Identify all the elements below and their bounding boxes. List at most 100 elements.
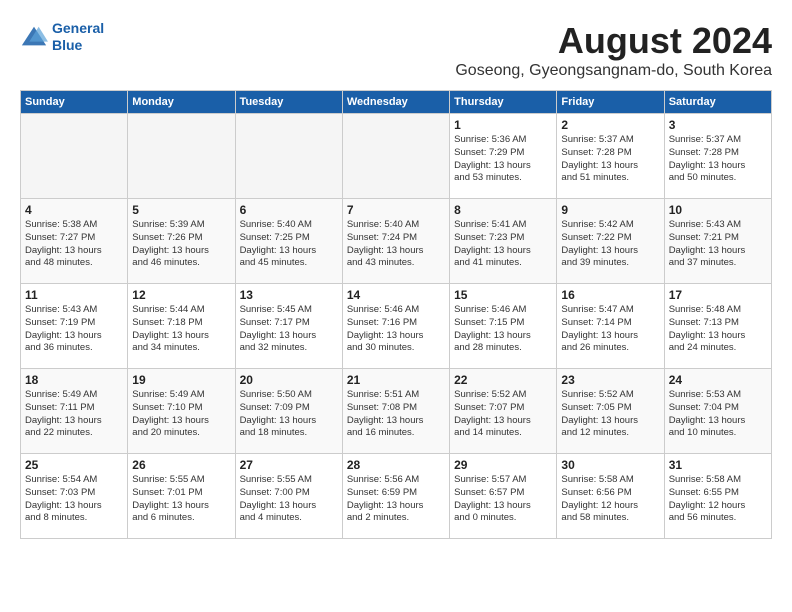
cell-content: Sunset: 7:03 PM bbox=[25, 487, 123, 500]
cell-content: and 32 minutes. bbox=[240, 342, 338, 355]
weekday-header-thursday: Thursday bbox=[450, 91, 557, 114]
weekday-header-wednesday: Wednesday bbox=[342, 91, 449, 114]
cell-content: Sunset: 7:28 PM bbox=[561, 147, 659, 160]
weekday-header-row: SundayMondayTuesdayWednesdayThursdayFrid… bbox=[21, 91, 772, 114]
day-number: 24 bbox=[669, 373, 767, 387]
cell-content: Sunset: 7:13 PM bbox=[669, 317, 767, 330]
cell-content: Sunrise: 5:46 AM bbox=[347, 304, 445, 317]
weekday-header-sunday: Sunday bbox=[21, 91, 128, 114]
calendar-cell: 22Sunrise: 5:52 AMSunset: 7:07 PMDayligh… bbox=[450, 369, 557, 454]
cell-content: Daylight: 12 hours bbox=[561, 500, 659, 513]
calendar-cell bbox=[21, 114, 128, 199]
cell-content: Daylight: 13 hours bbox=[240, 500, 338, 513]
cell-content: Sunrise: 5:37 AM bbox=[561, 134, 659, 147]
calendar-cell bbox=[128, 114, 235, 199]
cell-content: Daylight: 13 hours bbox=[454, 160, 552, 173]
cell-content: Daylight: 13 hours bbox=[347, 245, 445, 258]
day-number: 15 bbox=[454, 288, 552, 302]
cell-content: and 14 minutes. bbox=[454, 427, 552, 440]
day-number: 7 bbox=[347, 203, 445, 217]
logo: General Blue bbox=[20, 20, 104, 54]
day-number: 12 bbox=[132, 288, 230, 302]
cell-content: Sunset: 7:23 PM bbox=[454, 232, 552, 245]
cell-content: and 50 minutes. bbox=[669, 172, 767, 185]
cell-content: and 43 minutes. bbox=[347, 257, 445, 270]
cell-content: Sunset: 6:59 PM bbox=[347, 487, 445, 500]
calendar-cell: 11Sunrise: 5:43 AMSunset: 7:19 PMDayligh… bbox=[21, 284, 128, 369]
cell-content: Sunrise: 5:42 AM bbox=[561, 219, 659, 232]
calendar-cell: 19Sunrise: 5:49 AMSunset: 7:10 PMDayligh… bbox=[128, 369, 235, 454]
day-number: 4 bbox=[25, 203, 123, 217]
calendar-cell: 2Sunrise: 5:37 AMSunset: 7:28 PMDaylight… bbox=[557, 114, 664, 199]
calendar-cell: 20Sunrise: 5:50 AMSunset: 7:09 PMDayligh… bbox=[235, 369, 342, 454]
cell-content: Sunset: 7:15 PM bbox=[454, 317, 552, 330]
calendar-cell: 16Sunrise: 5:47 AMSunset: 7:14 PMDayligh… bbox=[557, 284, 664, 369]
cell-content: Sunrise: 5:44 AM bbox=[132, 304, 230, 317]
calendar-cell: 3Sunrise: 5:37 AMSunset: 7:28 PMDaylight… bbox=[664, 114, 771, 199]
cell-content: Sunset: 7:11 PM bbox=[25, 402, 123, 415]
calendar-cell: 1Sunrise: 5:36 AMSunset: 7:29 PMDaylight… bbox=[450, 114, 557, 199]
month-year-title: August 2024 bbox=[455, 20, 772, 62]
cell-content: and 8 minutes. bbox=[25, 512, 123, 525]
cell-content: Sunset: 7:24 PM bbox=[347, 232, 445, 245]
calendar-cell: 8Sunrise: 5:41 AMSunset: 7:23 PMDaylight… bbox=[450, 199, 557, 284]
calendar-week-row: 18Sunrise: 5:49 AMSunset: 7:11 PMDayligh… bbox=[21, 369, 772, 454]
calendar-week-row: 4Sunrise: 5:38 AMSunset: 7:27 PMDaylight… bbox=[21, 199, 772, 284]
cell-content: and 10 minutes. bbox=[669, 427, 767, 440]
calendar-cell: 28Sunrise: 5:56 AMSunset: 6:59 PMDayligh… bbox=[342, 454, 449, 539]
cell-content: and 22 minutes. bbox=[25, 427, 123, 440]
cell-content: Daylight: 12 hours bbox=[669, 500, 767, 513]
location-subtitle: Goseong, Gyeongsangnam-do, South Korea bbox=[455, 62, 772, 80]
cell-content: and 56 minutes. bbox=[669, 512, 767, 525]
cell-content: Sunrise: 5:58 AM bbox=[561, 474, 659, 487]
calendar-cell: 31Sunrise: 5:58 AMSunset: 6:55 PMDayligh… bbox=[664, 454, 771, 539]
calendar-cell: 30Sunrise: 5:58 AMSunset: 6:56 PMDayligh… bbox=[557, 454, 664, 539]
day-number: 27 bbox=[240, 458, 338, 472]
cell-content: Daylight: 13 hours bbox=[561, 330, 659, 343]
cell-content: Daylight: 13 hours bbox=[561, 160, 659, 173]
day-number: 10 bbox=[669, 203, 767, 217]
cell-content: Sunset: 7:18 PM bbox=[132, 317, 230, 330]
cell-content: Sunset: 7:14 PM bbox=[561, 317, 659, 330]
calendar-cell: 24Sunrise: 5:53 AMSunset: 7:04 PMDayligh… bbox=[664, 369, 771, 454]
cell-content: Daylight: 13 hours bbox=[347, 500, 445, 513]
cell-content: Daylight: 13 hours bbox=[454, 415, 552, 428]
cell-content: Sunrise: 5:45 AM bbox=[240, 304, 338, 317]
cell-content: Sunrise: 5:47 AM bbox=[561, 304, 659, 317]
cell-content: Sunrise: 5:58 AM bbox=[669, 474, 767, 487]
cell-content: Sunrise: 5:52 AM bbox=[454, 389, 552, 402]
calendar-cell: 18Sunrise: 5:49 AMSunset: 7:11 PMDayligh… bbox=[21, 369, 128, 454]
calendar-cell: 26Sunrise: 5:55 AMSunset: 7:01 PMDayligh… bbox=[128, 454, 235, 539]
cell-content: and 2 minutes. bbox=[347, 512, 445, 525]
cell-content: Sunset: 6:57 PM bbox=[454, 487, 552, 500]
cell-content: Sunrise: 5:55 AM bbox=[132, 474, 230, 487]
cell-content: and 34 minutes. bbox=[132, 342, 230, 355]
cell-content: Sunset: 7:22 PM bbox=[561, 232, 659, 245]
day-number: 19 bbox=[132, 373, 230, 387]
cell-content: Sunset: 7:07 PM bbox=[454, 402, 552, 415]
weekday-header-tuesday: Tuesday bbox=[235, 91, 342, 114]
cell-content: Sunrise: 5:38 AM bbox=[25, 219, 123, 232]
cell-content: Sunset: 7:08 PM bbox=[347, 402, 445, 415]
logo-line1: General bbox=[52, 20, 104, 36]
cell-content: and 0 minutes. bbox=[454, 512, 552, 525]
cell-content: Sunrise: 5:43 AM bbox=[669, 219, 767, 232]
cell-content: Sunset: 7:10 PM bbox=[132, 402, 230, 415]
cell-content: Daylight: 13 hours bbox=[561, 245, 659, 258]
cell-content: Daylight: 13 hours bbox=[454, 500, 552, 513]
cell-content: Sunrise: 5:46 AM bbox=[454, 304, 552, 317]
calendar-cell bbox=[342, 114, 449, 199]
cell-content: Sunrise: 5:52 AM bbox=[561, 389, 659, 402]
day-number: 28 bbox=[347, 458, 445, 472]
cell-content: Daylight: 13 hours bbox=[25, 500, 123, 513]
cell-content: Daylight: 13 hours bbox=[669, 160, 767, 173]
cell-content: Daylight: 13 hours bbox=[669, 415, 767, 428]
cell-content: and 30 minutes. bbox=[347, 342, 445, 355]
calendar-cell: 27Sunrise: 5:55 AMSunset: 7:00 PMDayligh… bbox=[235, 454, 342, 539]
day-number: 3 bbox=[669, 118, 767, 132]
cell-content: and 12 minutes. bbox=[561, 427, 659, 440]
cell-content: Daylight: 13 hours bbox=[454, 245, 552, 258]
cell-content: Sunrise: 5:43 AM bbox=[25, 304, 123, 317]
day-number: 13 bbox=[240, 288, 338, 302]
day-number: 14 bbox=[347, 288, 445, 302]
